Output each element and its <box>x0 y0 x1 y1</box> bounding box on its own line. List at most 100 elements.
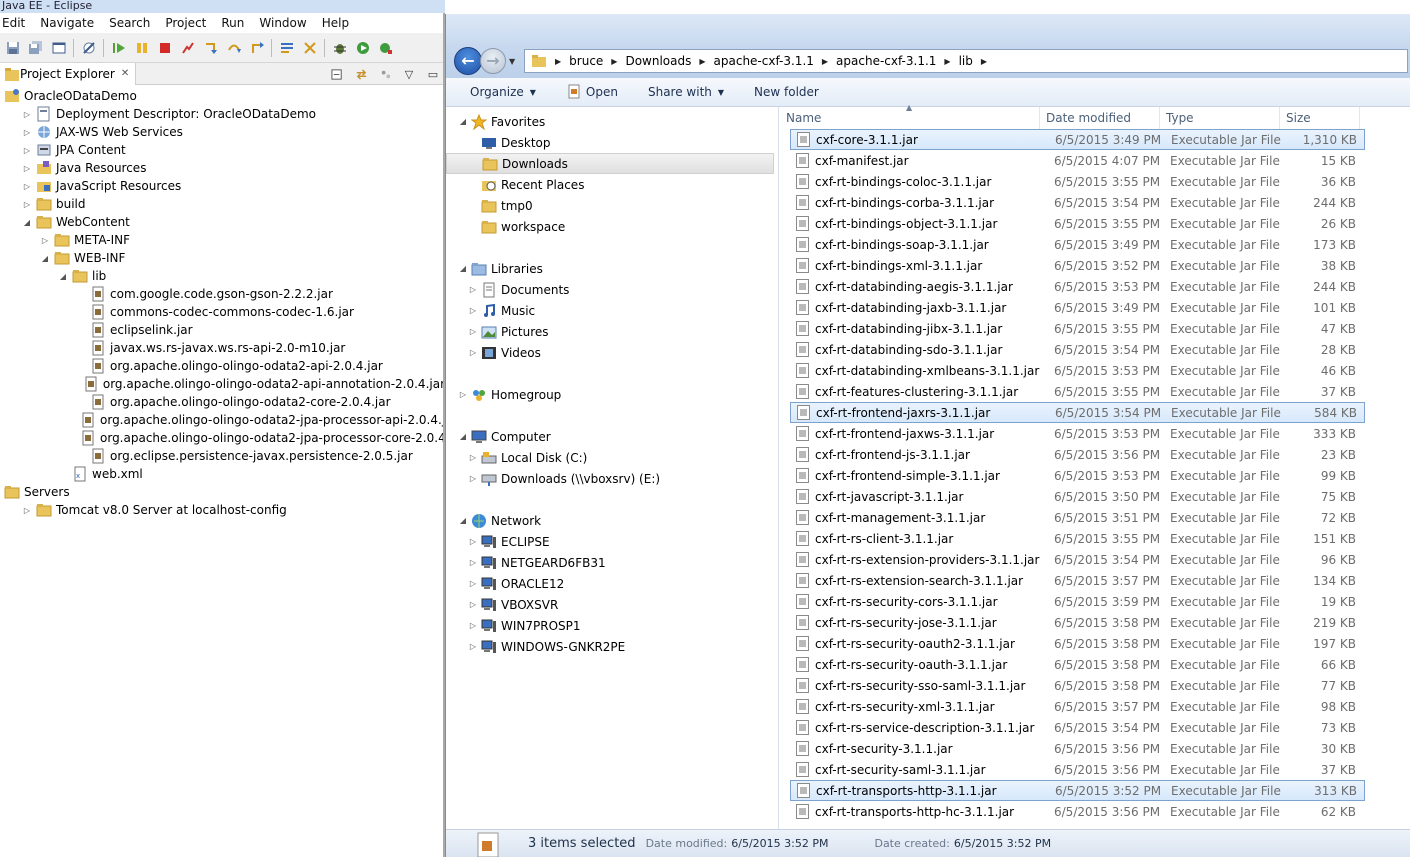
share-with-button[interactable]: Share with ▼ <box>648 85 724 99</box>
nav-item[interactable]: ▷ Pictures <box>446 321 778 342</box>
nav-item[interactable]: ▷ WIN7PROSP1 <box>446 615 778 636</box>
menu-run[interactable]: Run <box>221 16 244 30</box>
nav-item[interactable]: ▷ ECLIPSE <box>446 531 778 552</box>
breadcrumb-item[interactable]: apache-cxf-3.1.1 <box>714 54 814 68</box>
expanded-arrow-icon[interactable]: ◢ <box>458 264 468 274</box>
tree-item[interactable]: ◢ lib <box>0 267 445 285</box>
file-row[interactable]: cxf-rt-bindings-corba-3.1.1.jar 6/5/2015 … <box>790 192 1365 213</box>
nav-item[interactable]: ◢ Favorites <box>446 111 778 132</box>
collapsed-arrow-icon[interactable]: ▷ <box>22 199 32 209</box>
collapsed-arrow-icon[interactable]: ▷ <box>468 600 478 610</box>
new-folder-button[interactable]: New folder <box>754 85 819 99</box>
tree-item[interactable]: org.apache.olingo-olingo-odata2-core-2.0… <box>0 393 445 411</box>
file-row[interactable]: cxf-rt-rs-security-jose-3.1.1.jar 6/5/201… <box>790 612 1365 633</box>
filter-icon[interactable] <box>377 67 393 81</box>
nav-item[interactable]: ▷ NETGEARD6FB31 <box>446 552 778 573</box>
collapsed-arrow-icon[interactable]: ▷ <box>468 537 478 547</box>
use-step-filters-icon[interactable] <box>278 40 295 55</box>
skip-breakpoints-icon[interactable] <box>80 40 97 55</box>
breadcrumb-arrow-icon[interactable]: ▶ <box>611 57 617 66</box>
file-row[interactable]: cxf-rt-bindings-xml-3.1.1.jar 6/5/2015 3:… <box>790 255 1365 276</box>
file-row[interactable]: cxf-rt-databinding-xmlbeans-3.1.1.jar 6/5… <box>790 360 1365 381</box>
nav-item[interactable]: ▷ Documents <box>446 279 778 300</box>
file-row[interactable]: cxf-rt-rs-extension-search-3.1.1.jar 6/5/… <box>790 570 1365 591</box>
nav-item[interactable]: tmp0 <box>446 195 778 216</box>
file-row[interactable]: cxf-rt-frontend-jaxws-3.1.1.jar 6/5/2015 … <box>790 423 1365 444</box>
collapsed-arrow-icon[interactable]: ▷ <box>22 181 32 191</box>
collapsed-arrow-icon[interactable]: ▷ <box>468 558 478 568</box>
file-row[interactable]: cxf-manifest.jar 6/5/2015 4:07 PM Executab… <box>790 150 1365 171</box>
breadcrumb-item[interactable]: apache-cxf-3.1.1 <box>836 54 936 68</box>
file-row[interactable]: cxf-rt-management-3.1.1.jar 6/5/2015 3:51… <box>790 507 1365 528</box>
breadcrumb-arrow-icon[interactable]: ▶ <box>699 57 705 66</box>
nav-item[interactable]: ▷ WINDOWS-GNKR2PE <box>446 636 778 657</box>
tree-item[interactable]: javax.ws.rs-javax.ws.rs-api-2.0-m10.jar <box>0 339 445 357</box>
nav-item[interactable]: ▷ VBOXSVR <box>446 594 778 615</box>
tree-item[interactable]: ◢ WebContent <box>0 213 445 231</box>
back-button[interactable]: ← <box>454 47 482 75</box>
menu-edit[interactable]: Edit <box>2 16 25 30</box>
menu-search[interactable]: Search <box>109 16 150 30</box>
breadcrumb-arrow-icon[interactable]: ▶ <box>944 57 950 66</box>
expanded-arrow-icon[interactable]: ◢ <box>458 117 468 127</box>
tree-item[interactable]: OracleODataDemo <box>0 87 445 105</box>
tree-item[interactable]: ▷ Java Resources <box>0 159 445 177</box>
nav-item[interactable]: workspace <box>446 216 778 237</box>
file-row[interactable]: cxf-rt-bindings-object-3.1.1.jar 6/5/2015… <box>790 213 1365 234</box>
collapsed-arrow-icon[interactable]: ▷ <box>468 306 478 316</box>
file-row[interactable]: cxf-rt-rs-security-oauth2-3.1.1.jar 6/5/2… <box>790 633 1365 654</box>
debug-icon[interactable] <box>331 40 348 55</box>
file-row[interactable]: cxf-rt-databinding-jibx-3.1.1.jar 6/5/201… <box>790 318 1365 339</box>
project-explorer-tab[interactable]: Project Explorer ✕ <box>0 62 137 85</box>
collapsed-arrow-icon[interactable]: ▷ <box>468 642 478 652</box>
file-row[interactable]: cxf-rt-bindings-soap-3.1.1.jar 6/5/2015 3… <box>790 234 1365 255</box>
file-row[interactable]: cxf-rt-rs-security-oauth-3.1.1.jar 6/5/20… <box>790 654 1365 675</box>
drop-to-frame-icon[interactable] <box>301 40 318 55</box>
collapsed-arrow-icon[interactable]: ▷ <box>22 127 32 137</box>
nav-item[interactable]: ◢ Computer <box>446 426 778 447</box>
file-row[interactable]: cxf-rt-rs-service-description-3.1.1.jar 6… <box>790 717 1365 738</box>
console-icon[interactable] <box>50 40 67 55</box>
file-row[interactable]: cxf-rt-rs-client-3.1.1.jar 6/5/2015 3:55 … <box>790 528 1365 549</box>
file-row[interactable]: cxf-rt-rs-security-cors-3.1.1.jar 6/5/201… <box>790 591 1365 612</box>
collapsed-arrow-icon[interactable]: ▷ <box>22 145 32 155</box>
file-row[interactable]: cxf-rt-rs-security-xml-3.1.1.jar 6/5/2015… <box>790 696 1365 717</box>
collapsed-arrow-icon[interactable]: ▷ <box>468 327 478 337</box>
column-header-type[interactable]: Type <box>1160 107 1280 129</box>
breadcrumb-arrow-icon[interactable]: ▶ <box>981 57 987 66</box>
save-all-icon[interactable] <box>27 40 44 55</box>
file-row[interactable]: cxf-rt-security-3.1.1.jar 6/5/2015 3:56 P… <box>790 738 1365 759</box>
nav-item[interactable]: Desktop <box>446 132 778 153</box>
step-over-icon[interactable] <box>225 40 242 55</box>
file-row[interactable]: cxf-rt-bindings-coloc-3.1.1.jar 6/5/2015 … <box>790 171 1365 192</box>
collapsed-arrow-icon[interactable]: ▷ <box>468 474 478 484</box>
tree-item[interactable]: org.apache.olingo-olingo-odata2-jpa-proc… <box>0 411 457 429</box>
tree-item[interactable]: x web.xml <box>0 465 445 483</box>
nav-item[interactable]: ▷ Music <box>446 300 778 321</box>
suspend-icon[interactable] <box>133 40 150 55</box>
resume-icon[interactable] <box>110 40 127 55</box>
breadcrumb-item[interactable]: lib <box>959 54 973 68</box>
nav-item[interactable]: ▷ Homegroup <box>446 384 778 405</box>
menu-navigate[interactable]: Navigate <box>40 16 94 30</box>
column-header-size[interactable]: Size <box>1280 107 1360 129</box>
collapsed-arrow-icon[interactable]: ▷ <box>468 348 478 358</box>
file-row[interactable]: cxf-rt-frontend-js-3.1.1.jar 6/5/2015 3:5… <box>790 444 1365 465</box>
breadcrumb-item[interactable]: Downloads <box>625 54 691 68</box>
tree-item[interactable]: org.eclipse.persistence-javax.persistenc… <box>0 447 445 465</box>
file-row[interactable]: cxf-rt-security-saml-3.1.1.jar 6/5/2015 3… <box>790 759 1365 780</box>
tree-item[interactable]: ▷ META-INF <box>0 231 445 249</box>
collapse-all-icon[interactable] <box>329 67 345 81</box>
collapsed-arrow-icon[interactable]: ▷ <box>22 163 32 173</box>
breadcrumb[interactable]: ▶ bruce ▶ Downloads ▶ apache-cxf-3.1.1 ▶… <box>524 49 1408 73</box>
expanded-arrow-icon[interactable]: ◢ <box>58 271 68 281</box>
file-row[interactable]: cxf-rt-frontend-simple-3.1.1.jar 6/5/2015… <box>790 465 1365 486</box>
collapsed-arrow-icon[interactable]: ▷ <box>458 390 468 400</box>
expanded-arrow-icon[interactable]: ◢ <box>458 432 468 442</box>
file-row[interactable]: cxf-rt-databinding-jaxb-3.1.1.jar 6/5/201… <box>790 297 1365 318</box>
tree-item[interactable]: ▷ build <box>0 195 445 213</box>
tree-item[interactable]: Servers <box>0 483 445 501</box>
collapsed-arrow-icon[interactable]: ▷ <box>22 109 32 119</box>
run-external-icon[interactable] <box>377 40 394 55</box>
collapsed-arrow-icon[interactable]: ▷ <box>22 505 32 515</box>
